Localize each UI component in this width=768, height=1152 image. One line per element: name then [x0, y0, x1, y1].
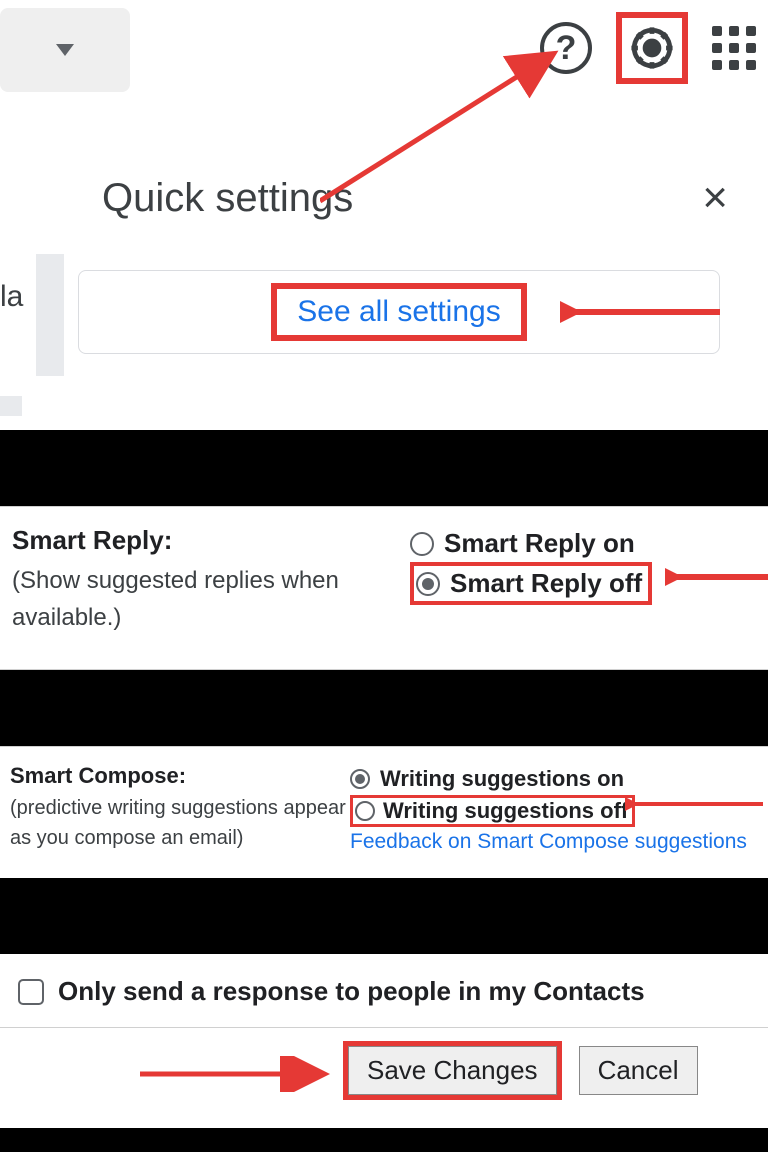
gear-icon[interactable] — [626, 22, 678, 74]
smart-reply-on-option[interactable]: Smart Reply on — [410, 528, 756, 559]
checkbox-label: Only send a response to people in my Con… — [58, 976, 645, 1007]
help-icon[interactable]: ? — [540, 22, 592, 74]
smart-reply-section: Smart Reply: (Show suggested replies whe… — [0, 506, 768, 670]
radio-icon[interactable] — [355, 801, 375, 821]
close-icon[interactable]: × — [702, 176, 728, 220]
smart-reply-description: (Show suggested replies when available.) — [12, 562, 410, 636]
separator — [0, 878, 768, 954]
smart-compose-description: (predictive writing suggestions appear a… — [10, 793, 350, 853]
radio-icon[interactable] — [416, 572, 440, 596]
annotation-highlight-smart-reply-off: Smart Reply off — [410, 562, 652, 605]
smart-compose-feedback-link[interactable]: Feedback on Smart Compose suggestions — [350, 830, 758, 854]
smart-compose-title: Smart Compose: — [10, 763, 350, 789]
radio-label: Writing suggestions on — [380, 766, 624, 792]
separator — [0, 1128, 768, 1152]
annotation-highlight-gear — [616, 12, 688, 84]
sidebar-fragment — [0, 396, 22, 416]
radio-label: Writing suggestions off — [383, 798, 628, 824]
divider — [0, 1027, 768, 1028]
see-all-settings-label: See all settings — [297, 295, 500, 328]
quick-settings-title: Quick settings — [102, 176, 353, 221]
apps-grid-icon[interactable] — [712, 26, 756, 70]
separator — [0, 670, 768, 746]
separator — [0, 430, 768, 506]
save-changes-button[interactable]: Save Changes — [348, 1046, 557, 1095]
cropped-text: la — [0, 280, 23, 314]
annotation-arrow — [320, 46, 570, 206]
radio-label: Smart Reply on — [444, 528, 635, 559]
radio-icon — [410, 532, 434, 556]
checkbox-icon — [18, 979, 44, 1005]
caret-down-icon — [56, 44, 74, 56]
annotation-highlight-see-all: See all settings — [271, 283, 526, 341]
radio-label: Smart Reply off — [450, 568, 642, 599]
dropdown-chip[interactable] — [0, 8, 130, 92]
see-all-settings-button[interactable]: See all settings — [78, 270, 720, 354]
contacts-only-checkbox[interactable]: Only send a response to people in my Con… — [18, 976, 750, 1007]
sidebar-fragment — [36, 254, 64, 376]
smart-compose-section: Smart Compose: (predictive writing sugge… — [0, 746, 768, 878]
smart-compose-on-option[interactable]: Writing suggestions on — [350, 766, 758, 792]
annotation-highlight-smart-compose-off: Writing suggestions off — [350, 795, 635, 827]
cancel-button[interactable]: Cancel — [579, 1046, 698, 1095]
radio-icon — [350, 769, 370, 789]
smart-reply-title: Smart Reply: — [12, 525, 410, 556]
